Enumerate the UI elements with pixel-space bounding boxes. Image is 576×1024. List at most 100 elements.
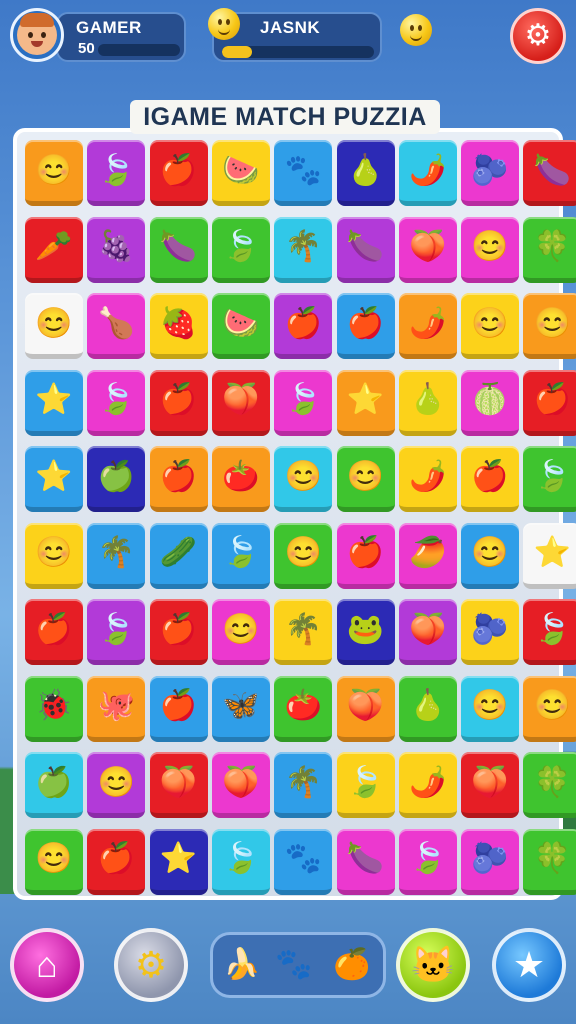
board-tile[interactable]: 🌴 — [274, 752, 333, 818]
board-tile[interactable]: 😊 — [274, 522, 333, 589]
board-tile[interactable]: 🫐 — [461, 828, 520, 895]
board-tile[interactable]: 😊 — [461, 293, 520, 359]
board-tile[interactable]: 🍎 — [149, 446, 208, 512]
board-tile[interactable]: 🐾 — [274, 140, 333, 206]
board-tile[interactable]: 🍀 — [523, 828, 576, 895]
board-tile[interactable]: 🍆 — [523, 140, 576, 206]
board-tile[interactable]: ⭐ — [336, 369, 395, 436]
board-tile[interactable]: 🍎 — [149, 140, 208, 206]
board-tile[interactable]: 🍎 — [336, 293, 395, 359]
board-tile[interactable]: 🍎 — [149, 675, 208, 742]
character-button[interactable]: 🐱 — [396, 928, 470, 1002]
board-tile[interactable]: 🥕 — [25, 216, 83, 283]
board-tile[interactable]: 😊 — [461, 216, 520, 283]
board-tile[interactable]: 🌶️ — [398, 446, 457, 512]
board-tile[interactable]: ⭐ — [25, 446, 83, 512]
board-tile[interactable]: 🍑 — [149, 752, 208, 818]
board-tile[interactable]: 🥒 — [149, 522, 208, 589]
board-tile[interactable]: 🐞 — [25, 675, 83, 742]
board-tile[interactable]: 🍃 — [211, 522, 270, 589]
board-tile[interactable]: 🍉 — [211, 140, 270, 206]
board-tile[interactable]: 🌴 — [87, 522, 146, 589]
board-tile[interactable]: 🍃 — [87, 599, 146, 665]
settings-button[interactable]: ⚙ — [510, 8, 566, 64]
board-tile[interactable]: 🍅 — [211, 446, 270, 512]
board-tile[interactable]: 🍑 — [336, 675, 395, 742]
board-tile[interactable]: ⭐ — [523, 522, 576, 589]
board-tile[interactable]: 🍈 — [461, 369, 520, 436]
board-tile[interactable]: 😊 — [25, 140, 83, 206]
board-tile[interactable]: 😊 — [25, 828, 83, 895]
board-tile[interactable]: 🐸 — [336, 599, 395, 665]
board-tile[interactable]: 🍃 — [211, 216, 270, 283]
board-tile[interactable]: 🍎 — [149, 369, 208, 436]
board-tile[interactable]: 🍎 — [87, 828, 146, 895]
board-tile[interactable]: 🍃 — [87, 140, 146, 206]
board-tile[interactable]: 🍏 — [25, 752, 83, 818]
board-tile[interactable]: 🌴 — [274, 599, 333, 665]
board-tile[interactable]: 🍏 — [87, 446, 146, 512]
tray-slot[interactable]: 🐾 — [271, 941, 317, 989]
board-tile[interactable]: 😊 — [25, 522, 83, 589]
board-tile[interactable]: 🍑 — [211, 752, 270, 818]
board-tile[interactable]: 🍆 — [336, 828, 395, 895]
board-tile[interactable]: 🍆 — [149, 216, 208, 283]
board-tile[interactable]: 🍃 — [211, 828, 270, 895]
board-tile[interactable]: ⭐ — [149, 828, 208, 895]
board-tile[interactable]: 🍎 — [336, 522, 395, 589]
board-tile[interactable]: 🍃 — [274, 369, 333, 436]
board-tile[interactable]: 🍎 — [149, 599, 208, 665]
board-tile[interactable]: 😊 — [461, 522, 520, 589]
board-tile[interactable]: 🦋 — [211, 675, 270, 742]
board-tile[interactable]: 😊 — [523, 675, 576, 742]
board-tile[interactable]: 🍎 — [523, 369, 576, 436]
board-tile[interactable]: 🍗 — [87, 293, 146, 359]
board-tile[interactable]: 🍃 — [87, 369, 146, 436]
board-tile[interactable]: 😊 — [25, 293, 83, 359]
board-tile[interactable]: ⭐ — [25, 369, 83, 436]
board-tile[interactable]: 🍑 — [461, 752, 520, 818]
board-tile[interactable]: 🍉 — [211, 293, 270, 359]
board-tile[interactable]: 🍑 — [398, 216, 457, 283]
board-tile[interactable]: 🌶️ — [398, 293, 457, 359]
smiley-coin-icon[interactable] — [400, 14, 432, 46]
board-tile[interactable]: 😊 — [461, 675, 520, 742]
board-tile[interactable]: 😊 — [274, 446, 333, 512]
board-tile[interactable]: 🍎 — [25, 599, 83, 665]
favorite-button[interactable]: ★ — [492, 928, 566, 1002]
board-tile[interactable]: 🍓 — [149, 293, 208, 359]
board-tile[interactable]: 🍃 — [336, 752, 395, 818]
board-tile[interactable]: 🥭 — [398, 522, 457, 589]
home-button[interactable]: ⌂ — [10, 928, 84, 1002]
board-tile[interactable]: 🫐 — [461, 599, 520, 665]
board-tile[interactable]: 🐙 — [87, 675, 146, 742]
board-tile[interactable]: 😊 — [336, 446, 395, 512]
board-tile[interactable]: 🍀 — [523, 216, 576, 283]
board-tile[interactable]: 🐾 — [274, 828, 333, 895]
board-tile[interactable]: 🍎 — [461, 446, 520, 512]
board-tile[interactable]: 🍐 — [398, 675, 457, 742]
board-tile[interactable]: 🍇 — [87, 216, 146, 283]
tray-slot[interactable]: 🍊 — [329, 941, 375, 989]
board-tile[interactable]: 🍅 — [274, 675, 333, 742]
board-tile[interactable]: 😊 — [523, 293, 576, 359]
board-tile[interactable]: 🍑 — [211, 369, 270, 436]
board-tile[interactable]: 🍃 — [523, 446, 576, 512]
board-tile[interactable]: 😊 — [87, 752, 146, 818]
board-tile[interactable]: 🌴 — [274, 216, 333, 283]
board-tile[interactable]: 🍐 — [398, 369, 457, 436]
player-avatar[interactable] — [10, 8, 64, 62]
board-tile[interactable]: 🍃 — [398, 828, 457, 895]
board-tile[interactable]: 🍎 — [274, 293, 333, 359]
board-tile[interactable]: 🌶️ — [398, 752, 457, 818]
board-tile[interactable]: 🌶️ — [398, 140, 457, 206]
board-tile[interactable]: 😊 — [211, 599, 270, 665]
board-tile[interactable]: 🍃 — [523, 599, 576, 665]
board-tile[interactable]: 🍀 — [523, 752, 576, 818]
board-tile[interactable]: 🍆 — [336, 216, 395, 283]
board-tile[interactable]: 🍐 — [336, 140, 395, 206]
board-tile[interactable]: 🫐 — [461, 140, 520, 206]
tray-slot[interactable]: 🍌 — [219, 941, 265, 989]
board-tile[interactable]: 🍑 — [398, 599, 457, 665]
settings-gear-button[interactable]: ⚙ — [114, 928, 188, 1002]
